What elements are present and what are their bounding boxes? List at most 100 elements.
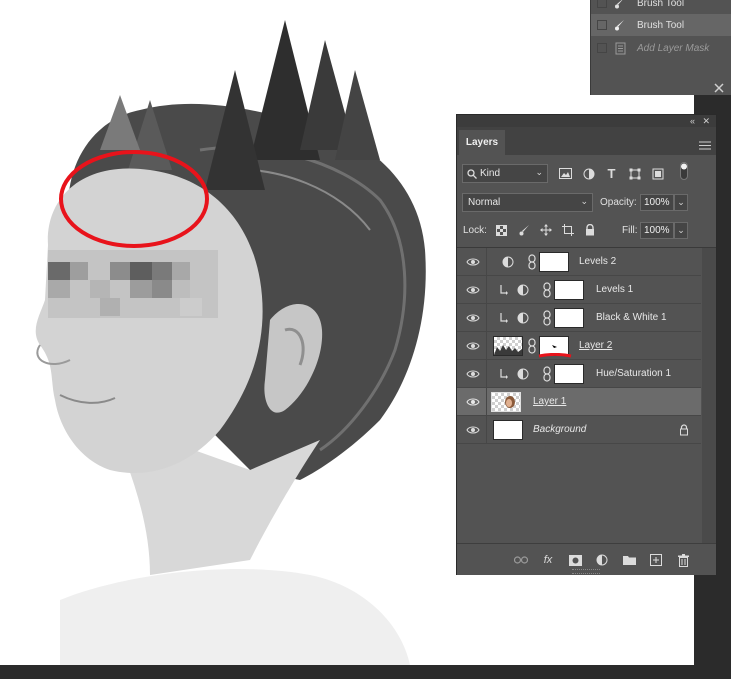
fill-input[interactable]: 100% xyxy=(640,222,674,239)
layer-row-hue-saturation-1[interactable]: Hue/Saturation 1 xyxy=(457,360,701,388)
eye-icon[interactable] xyxy=(466,284,480,296)
adjustment-filter-icon[interactable] xyxy=(581,166,596,181)
layer-row-levels-1[interactable]: Levels 1 xyxy=(457,276,701,304)
layers-scrollbar[interactable] xyxy=(702,248,716,544)
history-item[interactable]: Brush Tool xyxy=(591,14,731,36)
new-group-folder-icon[interactable] xyxy=(622,553,636,567)
new-layer-icon[interactable] xyxy=(649,553,663,567)
search-icon xyxy=(467,168,477,179)
eye-icon[interactable] xyxy=(466,424,480,436)
clipping-mask-arrow-icon xyxy=(500,369,508,379)
layer-row-layer-1[interactable]: Layer 1 xyxy=(457,388,701,416)
layer-thumbnail[interactable] xyxy=(493,420,523,440)
layer-row-background[interactable]: Background xyxy=(457,416,701,444)
shape-filter-icon[interactable] xyxy=(627,166,642,181)
eye-column-divider xyxy=(486,332,487,360)
layer-lock-icon[interactable] xyxy=(679,424,689,436)
lock-all-icon[interactable] xyxy=(583,223,597,237)
eye-column-divider xyxy=(486,248,487,276)
lock-label: Lock: xyxy=(463,225,487,236)
adjustment-layer-icon xyxy=(517,312,529,324)
layer-name: Layer 2 xyxy=(579,340,613,351)
opacity-input[interactable]: 100% xyxy=(640,194,674,211)
eye-icon[interactable] xyxy=(466,312,480,324)
fill-dropdown-button[interactable]: ⌄ xyxy=(674,222,688,239)
panel-resize-grip[interactable] xyxy=(572,569,600,574)
adjustment-layer-icon xyxy=(502,256,514,268)
layer-mask-thumbnail[interactable] xyxy=(539,252,569,272)
layers-list: Levels 2 Levels 1 Black & White 1 Layer … xyxy=(457,247,716,544)
layer-name: Layer 1 xyxy=(533,396,567,407)
blend-mode-select[interactable]: Normal ⌄ xyxy=(462,193,593,212)
adjustment-layer-icon xyxy=(517,368,529,380)
history-snapshot-checkbox[interactable] xyxy=(597,43,607,53)
panel-tab-bar: Layers xyxy=(457,127,716,155)
layer-thumbnail[interactable] xyxy=(493,336,523,356)
type-filter-icon[interactable]: T xyxy=(604,166,619,181)
mask-link-icon[interactable] xyxy=(527,254,537,270)
eye-icon[interactable] xyxy=(466,340,480,352)
tab-layers[interactable]: Layers xyxy=(459,130,505,155)
fill-label: Fill: xyxy=(622,225,638,236)
layer-name: Background xyxy=(533,424,587,435)
history-item-label: Brush Tool xyxy=(637,19,685,31)
panel-menu-icon[interactable] xyxy=(699,137,711,150)
close-icon[interactable]: ✕ xyxy=(702,116,710,126)
mask-link-icon[interactable] xyxy=(542,310,552,326)
filter-kind-select[interactable]: Kind ⌄ xyxy=(462,164,548,183)
mask-link-icon[interactable] xyxy=(542,366,552,382)
chevron-down-icon: ⌄ xyxy=(580,196,588,206)
layer-mask-thumbnail[interactable] xyxy=(554,308,584,328)
history-snapshot-checkbox[interactable] xyxy=(597,0,607,8)
history-snapshot-checkbox[interactable] xyxy=(597,20,607,30)
layer-thumbnail[interactable] xyxy=(491,392,521,412)
lock-artboard-icon[interactable] xyxy=(561,223,575,237)
eye-column-divider xyxy=(486,416,487,444)
mask-link-icon[interactable] xyxy=(542,282,552,298)
new-adjustment-icon[interactable] xyxy=(595,553,609,567)
eye-column-divider xyxy=(486,388,487,416)
opacity-label: Opacity: xyxy=(600,197,637,208)
layers-panel: « ✕ Layers Kind ⌄ T Normal ⌄ Opacity: 10… xyxy=(456,114,717,575)
eye-column-divider xyxy=(486,304,487,332)
opacity-dropdown-button[interactable]: ⌄ xyxy=(674,194,688,211)
layer-row-layer-2[interactable]: Layer 2 xyxy=(457,332,701,360)
panel-title-bar[interactable]: « ✕ xyxy=(457,115,716,127)
collapse-icon[interactable]: « xyxy=(690,116,695,126)
mask-link-icon[interactable] xyxy=(527,338,537,354)
filter-toggle-icon[interactable] xyxy=(676,161,691,180)
lock-transparent-icon[interactable] xyxy=(494,223,508,237)
link-layers-icon[interactable] xyxy=(514,553,528,567)
eye-column-divider xyxy=(486,360,487,388)
smart-object-filter-icon[interactable] xyxy=(650,166,665,181)
clipping-mask-arrow-icon xyxy=(500,313,508,323)
brush-icon xyxy=(613,0,627,10)
eye-icon[interactable] xyxy=(466,396,480,408)
history-item-label: Add Layer Mask xyxy=(637,42,710,54)
image-filter-icon[interactable] xyxy=(558,166,573,181)
document-icon xyxy=(613,41,627,55)
add-mask-icon[interactable] xyxy=(568,553,582,567)
layer-name: Hue/Saturation 1 xyxy=(596,368,672,379)
workspace-bottom-bar xyxy=(0,665,731,679)
history-item-label: Brush Tool xyxy=(637,0,685,9)
layer-mask-thumbnail[interactable] xyxy=(554,364,584,384)
eye-column-divider xyxy=(486,276,487,304)
trash-icon[interactable] xyxy=(676,553,690,567)
layer-mask-thumbnail[interactable] xyxy=(554,280,584,300)
history-panel: Brush Tool Brush Tool Add Layer Mask xyxy=(590,0,731,95)
history-item[interactable]: Brush Tool xyxy=(591,0,731,14)
layer-row-levels-2[interactable]: Levels 2 xyxy=(457,248,701,276)
lock-position-move-icon[interactable] xyxy=(539,223,553,237)
eye-icon[interactable] xyxy=(466,368,480,380)
red-underline-annotation xyxy=(538,353,572,358)
brush-icon xyxy=(613,18,627,32)
layer-row-black-white-1[interactable]: Black & White 1 xyxy=(457,304,701,332)
eye-icon[interactable] xyxy=(466,256,480,268)
delete-state-icon[interactable] xyxy=(713,81,725,93)
clipping-mask-arrow-icon xyxy=(500,285,508,295)
fx-icon[interactable]: fx xyxy=(541,553,555,567)
lock-pixels-brush-icon[interactable] xyxy=(517,223,531,237)
chevron-down-icon: ⌄ xyxy=(535,167,543,177)
history-item[interactable]: Add Layer Mask xyxy=(591,37,731,59)
